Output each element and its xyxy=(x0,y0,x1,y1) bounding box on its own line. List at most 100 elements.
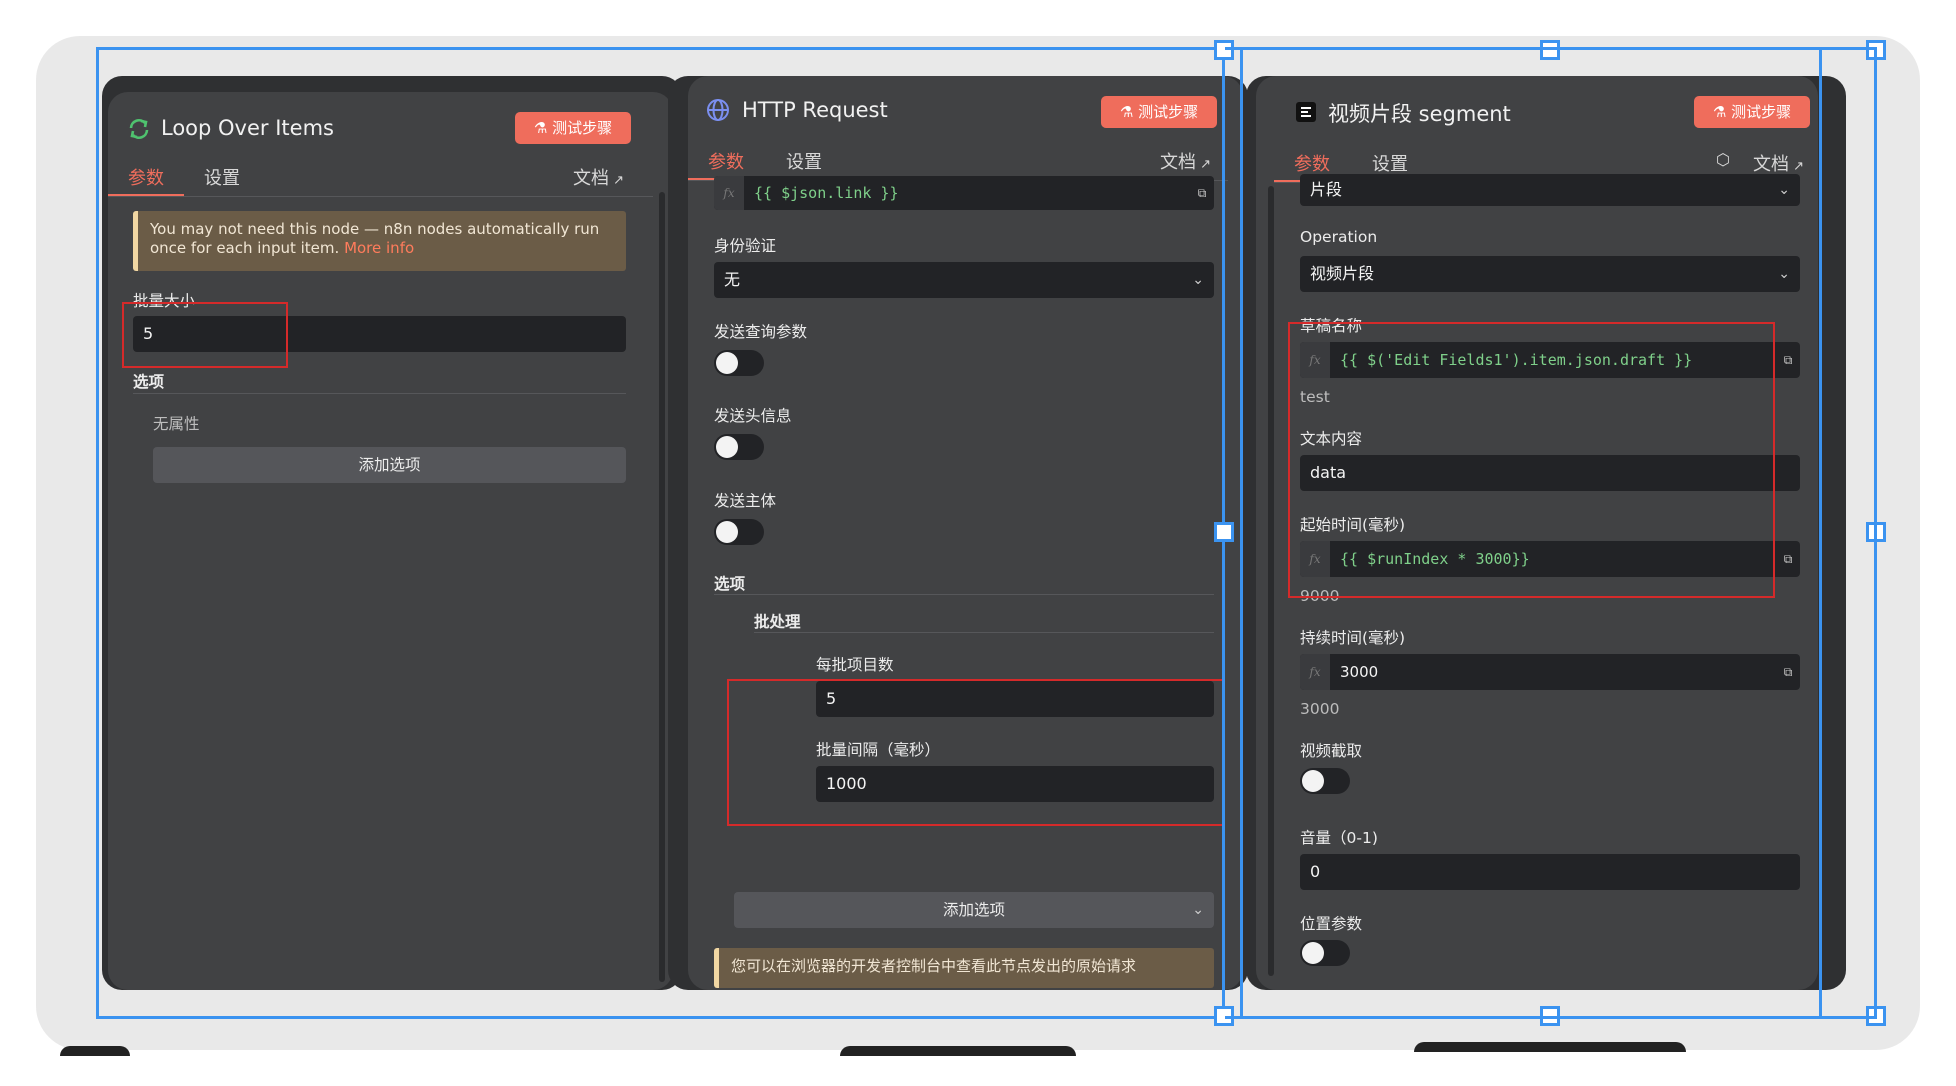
volume-label: 音量（0-1) xyxy=(1300,829,1378,847)
options-label: 选项 xyxy=(133,373,165,391)
tab-docs[interactable]: 文档 ↗ xyxy=(1753,150,1804,176)
resize-handle[interactable] xyxy=(1866,40,1886,60)
batch-size-label: 批量大小 xyxy=(133,292,196,310)
send-body-toggle[interactable] xyxy=(714,519,764,545)
tab-docs[interactable]: 文档 ↗ xyxy=(1160,148,1211,174)
panel-title: 视频片段 segment xyxy=(1328,102,1511,126)
flask-icon: ⚗ xyxy=(1119,103,1139,121)
send-query-label: 发送查询参数 xyxy=(714,323,808,341)
add-option-button[interactable]: 添加选项 xyxy=(153,447,626,483)
batch-interval-label: 批量间隔（毫秒） xyxy=(816,741,941,759)
resize-handle[interactable] xyxy=(1214,522,1234,542)
auth-select[interactable]: 无 ⌄ xyxy=(714,262,1214,298)
send-headers-toggle[interactable] xyxy=(714,434,764,460)
test-step-button[interactable]: ⚗ 测试步骤 xyxy=(1101,96,1217,128)
flask-icon: ⚗ xyxy=(1712,103,1732,121)
resize-handle[interactable] xyxy=(1866,522,1886,542)
no-properties-text: 无属性 xyxy=(153,415,200,433)
position-params-label: 位置参数 xyxy=(1300,915,1363,933)
external-link-icon: ↗ xyxy=(1196,157,1212,172)
duration-field[interactable]: fx 3000 ⧉ xyxy=(1300,654,1800,690)
tab-settings[interactable]: 设置 xyxy=(204,164,240,190)
batching-divider xyxy=(754,632,1214,633)
fx-icon: fx xyxy=(1300,342,1330,378)
scrollbar[interactable] xyxy=(659,192,665,982)
test-step-button[interactable]: ⚗ 测试步骤 xyxy=(515,112,631,144)
resize-handle[interactable] xyxy=(1214,1006,1234,1026)
globe-icon xyxy=(707,99,729,121)
draft-name-expression-field[interactable]: fx {{ $('Edit Fields1').item.json.draft … xyxy=(1300,342,1800,378)
dock-bar xyxy=(840,1046,1076,1056)
tab-parameters[interactable]: 参数 xyxy=(128,164,164,190)
start-time-expression-field[interactable]: fx {{ $runIndex * 3000}} ⧉ xyxy=(1300,541,1800,577)
fx-icon: fx xyxy=(1300,541,1330,577)
resize-handle[interactable] xyxy=(1540,40,1560,60)
expand-icon[interactable]: ⧉ xyxy=(1776,541,1800,577)
operation-label: Operation xyxy=(1300,228,1378,246)
resize-handle[interactable] xyxy=(1866,1006,1886,1026)
toggle-knob xyxy=(1302,770,1324,792)
panel-http-request: HTTP Request ⚗ 测试步骤 参数 设置 文档 ↗ fx {{ $js… xyxy=(688,76,1243,990)
resize-handle[interactable] xyxy=(1214,40,1234,60)
chevron-down-icon: ⌄ xyxy=(1778,266,1790,282)
send-body-label: 发送主体 xyxy=(714,492,777,510)
options-divider xyxy=(133,393,626,394)
panel-loop-over-items: Loop Over Items ⚗ 测试步骤 参数 设置 文档 ↗ You ma… xyxy=(108,92,673,990)
items-per-batch-input[interactable]: 5 xyxy=(816,681,1214,717)
dock-bar xyxy=(1414,1042,1686,1052)
chevron-down-icon: ⌄ xyxy=(1778,182,1790,198)
loop-icon xyxy=(129,119,149,139)
expand-icon[interactable]: ⧉ xyxy=(1776,342,1800,378)
toggle-knob xyxy=(716,352,738,374)
options-label: 选项 xyxy=(714,575,746,593)
panel-video-segment: 视频片段 segment ⚗ 测试步骤 参数 设置 ⬡ 文档 ↗ 片段 ⌄ Op… xyxy=(1256,76,1818,990)
batch-size-input[interactable]: 5 xyxy=(133,316,626,352)
dock-bar xyxy=(60,1046,130,1056)
duration-label: 持续时间(毫秒) xyxy=(1300,629,1406,647)
toggle-knob xyxy=(1302,942,1324,964)
resize-handle[interactable] xyxy=(1540,1006,1560,1026)
auth-label: 身份验证 xyxy=(714,237,777,255)
operation-select[interactable]: 视频片段 ⌄ xyxy=(1300,256,1800,292)
start-time-label: 起始时间(毫秒) xyxy=(1300,516,1406,534)
selection-divider xyxy=(1240,50,1243,1016)
text-content-label: 文本内容 xyxy=(1300,430,1363,448)
scrollbar[interactable] xyxy=(1268,186,1274,976)
tab-docs[interactable]: 文档 ↗ xyxy=(573,164,624,190)
start-time-result: 9000 xyxy=(1300,587,1340,605)
cube-icon[interactable]: ⬡ xyxy=(1716,150,1730,169)
console-hint-notice: 您可以在浏览器的开发者控制台中查看此节点发出的原始请求 xyxy=(714,948,1214,988)
toggle-knob xyxy=(716,436,738,458)
toggle-knob xyxy=(716,521,738,543)
options-divider xyxy=(714,594,1214,595)
more-info-link[interactable]: More info xyxy=(344,239,414,257)
volume-input[interactable]: 0 xyxy=(1300,854,1800,890)
fx-icon: fx xyxy=(1300,654,1330,690)
duration-result: 3000 xyxy=(1300,700,1340,718)
external-link-icon: ↗ xyxy=(1789,159,1805,174)
batching-label: 批处理 xyxy=(754,613,801,631)
resource-select[interactable]: 片段 ⌄ xyxy=(1300,174,1800,206)
video-clip-label: 视频截取 xyxy=(1300,742,1363,760)
send-query-toggle[interactable] xyxy=(714,350,764,376)
text-content-input[interactable]: data xyxy=(1300,455,1800,491)
tab-divider xyxy=(108,196,653,197)
tab-parameters[interactable]: 参数 xyxy=(1294,150,1330,176)
external-link-icon: ↗ xyxy=(609,173,625,188)
batch-interval-input[interactable]: 1000 xyxy=(816,766,1214,802)
info-notice: You may not need this node — n8n nodes a… xyxy=(133,211,626,271)
draft-name-result: test xyxy=(1300,388,1330,406)
tab-parameters[interactable]: 参数 xyxy=(708,148,744,174)
panel-title: Loop Over Items xyxy=(161,116,334,140)
video-clip-toggle[interactable] xyxy=(1300,768,1350,794)
items-per-batch-label: 每批项目数 xyxy=(816,656,894,674)
tab-settings[interactable]: 设置 xyxy=(1372,150,1408,176)
expand-icon[interactable]: ⧉ xyxy=(1776,654,1800,690)
tab-settings[interactable]: 设置 xyxy=(786,148,822,174)
fx-icon: fx xyxy=(714,176,744,210)
test-step-button[interactable]: ⚗ 测试步骤 xyxy=(1694,96,1810,128)
expand-icon[interactable]: ⧉ xyxy=(1190,176,1214,210)
add-option-select[interactable]: 添加选项 ⌄ xyxy=(734,892,1214,928)
url-expression-field[interactable]: fx {{ $json.link }} ⧉ xyxy=(714,176,1214,210)
position-params-toggle[interactable] xyxy=(1300,940,1350,966)
